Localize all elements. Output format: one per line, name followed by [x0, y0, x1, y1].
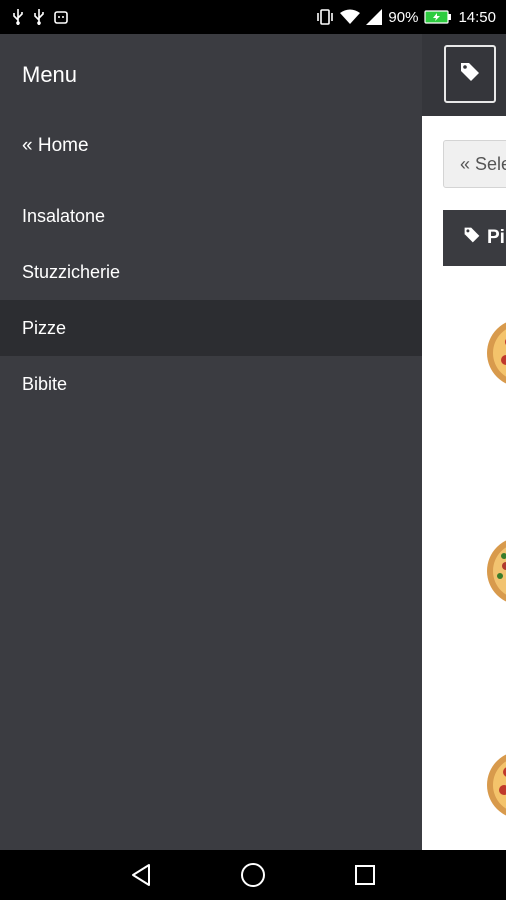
status-bar: 90% 14:50	[0, 0, 506, 34]
drawer-title: Menu	[22, 62, 78, 87]
drawer-item-pizze[interactable]: Pizze	[0, 300, 422, 356]
system-nav-bar	[0, 850, 506, 900]
pizza-image[interactable]	[486, 536, 506, 606]
drawer-item-bibite[interactable]: Bibite	[0, 356, 422, 412]
usb-icon	[33, 9, 45, 25]
vibrate-icon	[316, 9, 334, 25]
tag-icon	[459, 61, 481, 88]
drawer-item-insalatone[interactable]: Insalatone	[0, 188, 422, 244]
status-left-icons	[12, 9, 68, 25]
usb-icon	[12, 9, 24, 25]
navigation-drawer: Menu « Home Insalatone Stuzzicherie Pizz…	[0, 34, 422, 850]
home-link[interactable]: « Home	[22, 135, 89, 157]
select-category-button[interactable]: « Sele	[443, 140, 506, 188]
category-header-label: Pi	[487, 227, 505, 248]
wifi-icon	[340, 9, 361, 25]
signal-icon	[366, 9, 383, 25]
battery-charging-icon	[424, 10, 452, 24]
battery-percent: 90%	[388, 8, 419, 26]
drawer-item-label: Stuzzicherie	[22, 261, 121, 282]
drawer-menu-list: Insalatone Stuzzicherie Pizze Bibite	[0, 188, 422, 412]
drawer-item-label: Insalatone	[22, 205, 106, 226]
home-icon[interactable]	[237, 859, 269, 891]
clock: 14:50	[458, 8, 496, 26]
recents-icon[interactable]	[349, 859, 381, 891]
drawer-item-label: Pizze	[22, 317, 67, 338]
drawer-item-stuzzicherie[interactable]: Stuzzicherie	[0, 244, 422, 300]
drawer-item-label: Bibite	[22, 373, 68, 394]
category-header: Pi	[443, 210, 506, 266]
tag-button[interactable]	[444, 45, 496, 103]
status-right-icons: 90% 14:50	[316, 9, 496, 26]
tag-icon	[463, 226, 481, 250]
pizza-image[interactable]	[486, 318, 506, 388]
select-category-label: « Sele	[460, 153, 506, 174]
android-debug-icon	[54, 10, 68, 24]
back-icon[interactable]	[125, 859, 157, 891]
pizza-image[interactable]	[486, 750, 506, 820]
